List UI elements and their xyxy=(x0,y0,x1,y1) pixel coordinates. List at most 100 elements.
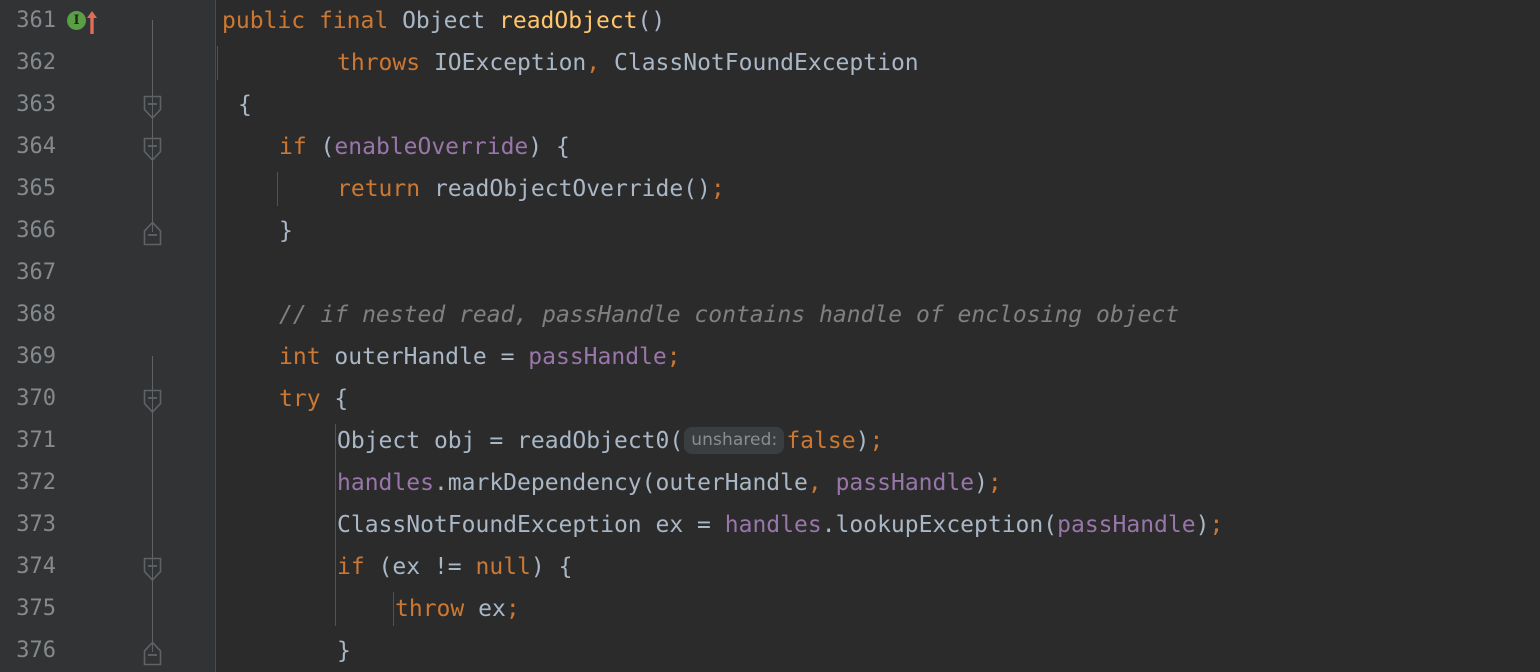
fold-region-line xyxy=(152,20,153,232)
code-line-text: int outerHandle = passHandle; xyxy=(279,336,681,378)
code-line[interactable]: if (ex != null) { xyxy=(216,546,1540,588)
gutter-row[interactable]: 374 xyxy=(0,546,216,588)
code-token: , xyxy=(807,470,822,496)
line-number: 366 xyxy=(16,218,56,243)
gutter-row[interactable]: 366 xyxy=(0,210,216,252)
line-number: 364 xyxy=(16,134,56,159)
code-token: . xyxy=(821,512,836,538)
gutter-row[interactable]: 361 xyxy=(0,0,216,42)
code-line[interactable]: } xyxy=(216,630,1540,672)
gutter-row[interactable]: 373 xyxy=(0,504,216,546)
code-token: ( xyxy=(1043,512,1058,538)
gutter-row[interactable]: 369 xyxy=(0,336,216,378)
gutter-row[interactable]: 368 xyxy=(0,294,216,336)
code-line[interactable]: } xyxy=(216,210,1540,252)
line-number: 372 xyxy=(16,470,56,495)
fold-end-icon[interactable] xyxy=(142,639,163,666)
gutter-row[interactable]: 372 xyxy=(0,462,216,504)
gutter-row[interactable]: 365 xyxy=(0,168,216,210)
code-editor[interactable]: 361 362 363 364 365 366 367 368 369 370 371 372 373 3… xyxy=(0,0,1540,672)
code-token: ; xyxy=(869,428,884,454)
code-token: int xyxy=(279,344,321,370)
code-line[interactable]: if (enableOverride) { xyxy=(216,126,1540,168)
code-line-text: if (enableOverride) { xyxy=(279,126,570,168)
code-line[interactable]: { xyxy=(216,84,1540,126)
gutter-row[interactable]: 371 xyxy=(0,420,216,462)
code-line-text: } xyxy=(279,210,293,252)
code-token: final xyxy=(318,8,389,34)
code-line-text: handles.markDependency(outerHandle, pass… xyxy=(337,462,1002,504)
fold-start-icon[interactable] xyxy=(142,555,163,582)
code-token: enableOverride xyxy=(334,134,529,160)
code-token: ; xyxy=(666,344,681,370)
code-token: readObject0 xyxy=(517,428,670,454)
code-line-text: try { xyxy=(279,378,348,420)
fold-start-icon[interactable] xyxy=(142,135,163,162)
fold-start-icon[interactable] xyxy=(142,387,163,414)
code-token: , xyxy=(586,50,601,76)
code-token: ) xyxy=(974,470,988,496)
code-line[interactable]: public final Object readObject() xyxy=(216,0,1540,42)
line-number: 363 xyxy=(16,92,56,117)
code-line[interactable]: return readObjectOverride(); xyxy=(216,168,1540,210)
code-line[interactable]: Object obj = readObject0(unshared: false)… xyxy=(216,420,1540,462)
code-line[interactable]: throws IOException, ClassNotFoundExcepti… xyxy=(216,42,1540,84)
code-token: { xyxy=(238,92,252,118)
code-token: try xyxy=(279,386,321,412)
line-number: 373 xyxy=(16,512,56,537)
code-token: return xyxy=(337,176,421,202)
code-token: . xyxy=(433,470,448,496)
code-line[interactable] xyxy=(216,252,1540,294)
implementation-marker-icon[interactable]: I xyxy=(67,11,86,30)
gutter-row[interactable]: 364 xyxy=(0,126,216,168)
gutter-row[interactable]: 363 xyxy=(0,84,216,126)
code-token: handles xyxy=(337,470,434,496)
code-token: ( xyxy=(669,428,684,454)
code-token: ( xyxy=(306,134,335,160)
code-token: lookupException xyxy=(835,512,1044,538)
fold-start-icon[interactable] xyxy=(142,93,163,120)
code-token: ClassNotFoundException xyxy=(614,50,919,76)
editor-gutter[interactable]: 361 362 363 364 365 366 367 368 369 370 371 372 373 3… xyxy=(0,0,216,672)
code-line[interactable]: try { xyxy=(216,378,1540,420)
gutter-row[interactable]: 362 xyxy=(0,42,216,84)
gutter-row[interactable]: 375 xyxy=(0,588,216,630)
gutter-row[interactable]: 376 xyxy=(0,630,216,672)
line-number: 374 xyxy=(16,554,56,579)
code-token: != xyxy=(420,554,476,580)
code-token: ) { xyxy=(530,554,573,580)
fold-end-icon[interactable] xyxy=(142,219,163,246)
code-token: outerHandle xyxy=(334,344,487,370)
gutter-row[interactable]: 370 xyxy=(0,378,216,420)
gutter-row[interactable]: 367 xyxy=(0,252,216,294)
code-token: passHandle xyxy=(528,344,667,370)
code-token: () xyxy=(683,176,711,202)
code-line[interactable]: throw ex; xyxy=(216,588,1540,630)
code-token: readObjectOverride xyxy=(433,176,684,202)
code-line[interactable]: int outerHandle = passHandle; xyxy=(216,336,1540,378)
code-line[interactable]: // if nested read, passHandle contains h… xyxy=(216,294,1540,336)
code-token: passHandle xyxy=(835,470,975,496)
code-line-text: throws IOException, ClassNotFoundExcepti… xyxy=(337,42,919,84)
code-token: ) { xyxy=(528,134,570,160)
code-line[interactable]: handles.markDependency(outerHandle, pass… xyxy=(216,462,1540,504)
line-number: 369 xyxy=(16,344,56,369)
code-token: ( xyxy=(364,554,393,580)
code-line[interactable]: ClassNotFoundException ex = handles.look… xyxy=(216,504,1540,546)
line-number: 368 xyxy=(16,302,56,327)
override-arrow-icon[interactable] xyxy=(85,7,99,34)
code-token: } xyxy=(279,218,293,244)
code-line-text: public final Object readObject() xyxy=(222,0,665,42)
code-token: if xyxy=(337,554,365,580)
code-token: obj xyxy=(433,428,476,454)
code-token: ClassNotFoundException xyxy=(337,512,642,538)
parameter-hint-badge[interactable]: unshared: xyxy=(684,427,785,454)
code-content-area[interactable]: public final Object readObject() throws I… xyxy=(216,0,1540,672)
code-token: ex xyxy=(392,554,421,580)
line-number: 371 xyxy=(16,428,56,453)
